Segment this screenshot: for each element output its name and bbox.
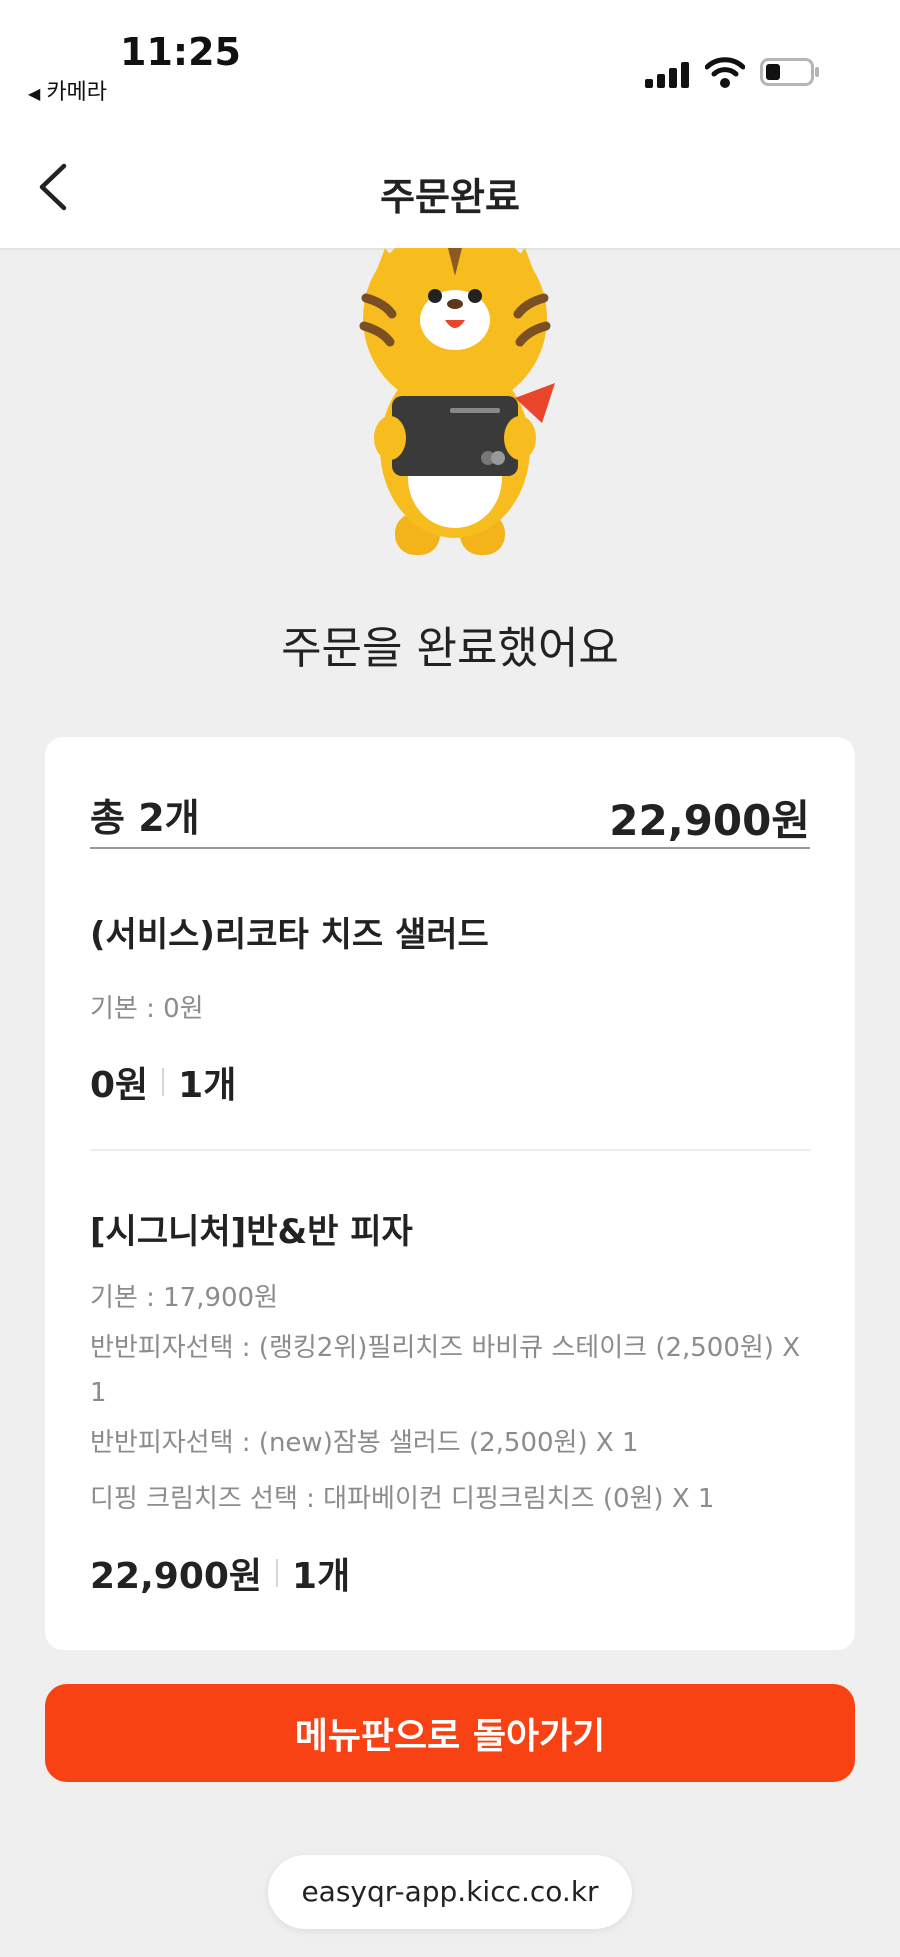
clock: 11:25 (120, 30, 241, 74)
item-name: (서비스)리코타 치즈 샐러드 (90, 915, 489, 955)
header: 주문완료 (0, 120, 900, 250)
order-summary-card: 총 2개 22,900원 (서비스)리코타 치즈 샐러드 기본 : 0원 0원 … (45, 737, 855, 1650)
back-to-app-link[interactable]: ◀ 카메라 (28, 74, 107, 106)
order-item: [시그니처]반&반 피자 기본 : 17,900원 반반피자선택 : (랭킹2위… (90, 1204, 810, 1599)
item-option: 디핑 크림치즈 선택 : 대파베이컨 디핑크림치즈 (0원) X 1 (90, 1484, 715, 1514)
total-count: 총 2개 (90, 796, 200, 840)
back-triangle-icon: ◀ (28, 84, 41, 103)
item-quantity: 1개 (178, 1065, 237, 1106)
wifi-icon (705, 57, 745, 88)
battery-icon (760, 58, 819, 86)
item-option: 기본 : 0원 (90, 994, 204, 1024)
signal-icon (645, 62, 689, 88)
item-name: [시그니처]반&반 피자 (90, 1212, 413, 1252)
separator (162, 1068, 165, 1096)
item-divider (90, 1149, 810, 1151)
separator (276, 1559, 279, 1587)
total-row: 총 2개 22,900원 (90, 787, 810, 849)
back-to-menu-button[interactable]: 메뉴판으로 돌아가기 (45, 1684, 855, 1782)
item-option: 반반피자선택 : (new)잠봉 샐러드 (2,500원) X 1 (90, 1428, 639, 1458)
page-title: 주문완료 (380, 175, 520, 219)
tiger-mascot-illustration (359, 248, 555, 555)
item-price: 0원 (90, 1065, 149, 1106)
url-bar[interactable]: easyqr-app.kicc.co.kr (268, 1855, 632, 1929)
item-option: 기본 : 17,900원 (90, 1283, 279, 1313)
item-price-line: 0원 1개 (90, 1056, 810, 1108)
item-price: 22,900원 (90, 1556, 263, 1597)
item-quantity: 1개 (292, 1556, 351, 1597)
item-price-line: 22,900원 1개 (90, 1547, 810, 1599)
order-item: (서비스)리코타 치즈 샐러드 기본 : 0원 0원 1개 (90, 907, 810, 1108)
status-bar: 11:25 ◀ 카메라 (0, 0, 900, 120)
order-complete-message: 주문을 완료했어요 (281, 623, 619, 674)
item-option: 반반피자선택 : (랭킹2위)필리치즈 바비큐 스테이크 (2,500원) X (90, 1333, 801, 1363)
back-app-label: 카메라 (46, 80, 108, 105)
item-option: 1 (90, 1378, 107, 1408)
total-price: 22,900원 (609, 796, 810, 845)
